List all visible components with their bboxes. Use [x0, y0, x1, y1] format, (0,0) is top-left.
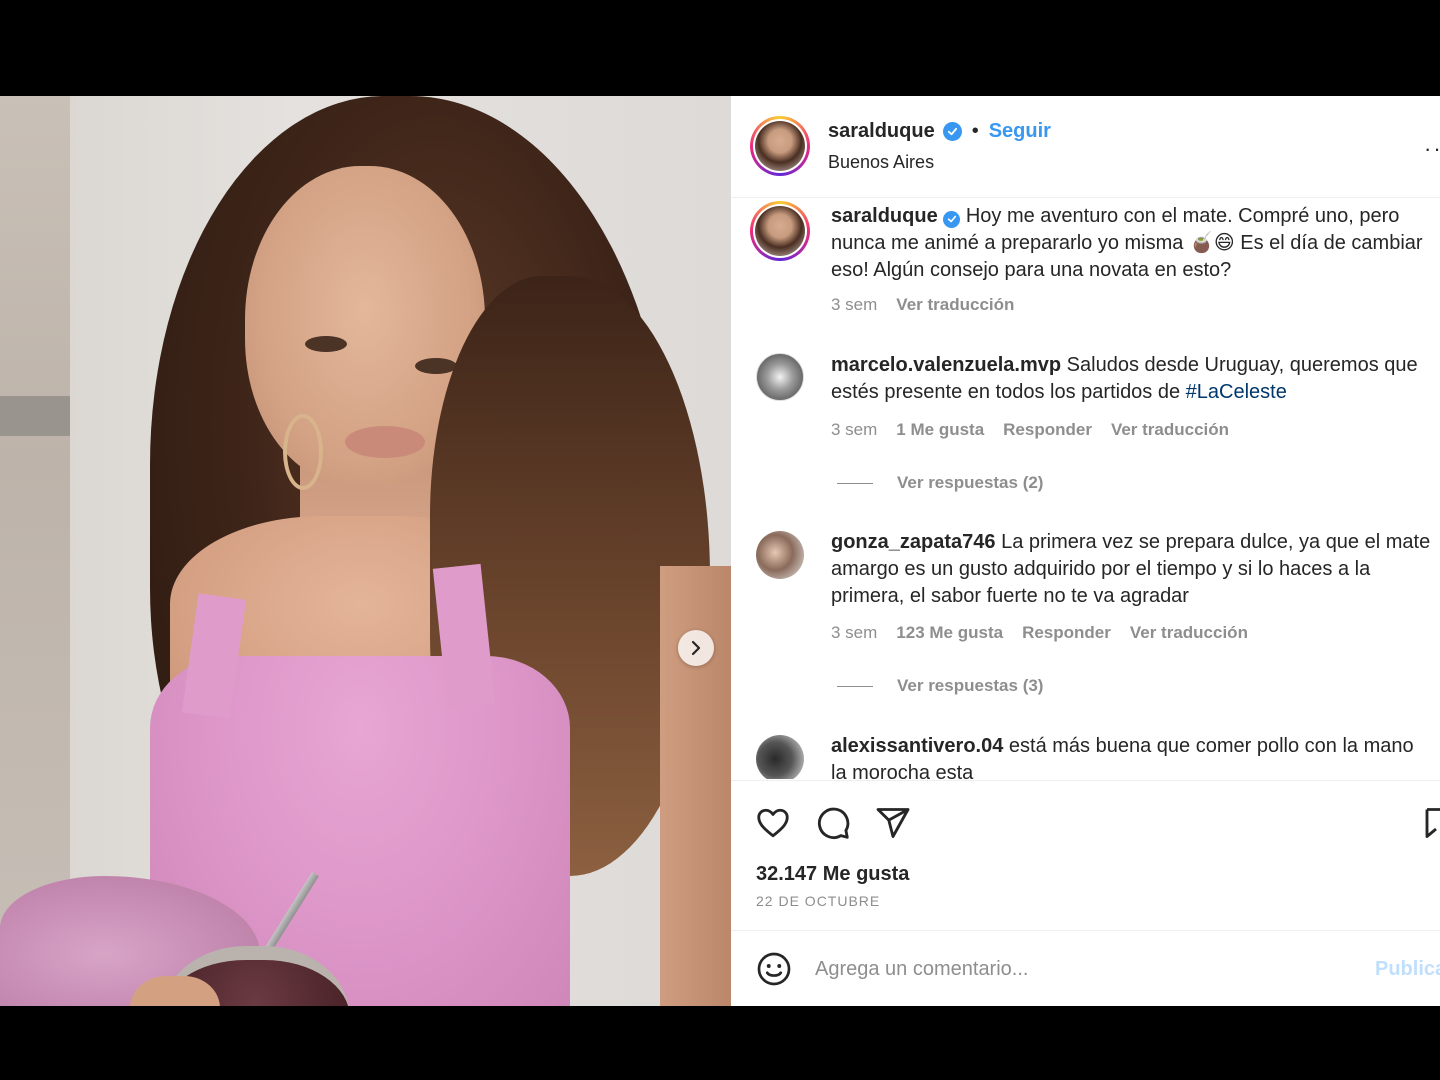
comment-time[interactable]: 3 sem: [831, 420, 877, 440]
comment-text-block: saralduque Hoy me aventuro con el mate. …: [831, 203, 1431, 284]
wall-panel-shadow: [0, 396, 70, 436]
right-eye: [415, 358, 457, 374]
comment-likes[interactable]: 1 Me gusta: [896, 420, 984, 440]
verified-badge-icon: [942, 122, 962, 141]
follow-button[interactable]: Seguir: [989, 120, 1051, 143]
add-comment-bar: Publicar: [731, 930, 1440, 1006]
left-eye: [305, 336, 347, 352]
hoop-earring: [283, 414, 323, 490]
caption-avatar[interactable]: [750, 201, 810, 261]
comment-meta: 3 sem 1 Me gusta Responder Ver traducció…: [831, 420, 1229, 440]
publish-button[interactable]: Publicar: [1375, 958, 1440, 981]
more-options-icon[interactable]: ··: [1424, 136, 1440, 162]
reply-button[interactable]: Responder: [1022, 623, 1111, 643]
separator-dot: •: [971, 120, 979, 142]
author-avatar[interactable]: [750, 116, 810, 176]
reply-button[interactable]: Responder: [1003, 420, 1092, 440]
likes-count[interactable]: 32.147 Me gusta: [756, 863, 909, 886]
comment-text-block: gonza_zapata746 La primera vez se prepar…: [831, 529, 1431, 610]
chevron-right-icon: [691, 640, 701, 656]
comment-time[interactable]: 3 sem: [831, 295, 877, 315]
verified-badge-icon: [943, 210, 961, 228]
view-replies-label: Ver respuestas (2): [897, 473, 1044, 492]
comment-username[interactable]: gonza_zapata746: [831, 531, 996, 553]
comment-username[interactable]: saralduque: [831, 205, 938, 227]
translate-button[interactable]: Ver traducción: [1130, 623, 1248, 643]
share-icon[interactable]: [875, 805, 911, 841]
commenter-avatar[interactable]: [756, 353, 804, 401]
post-location[interactable]: Buenos Aires: [828, 152, 934, 173]
comment-input[interactable]: [815, 949, 1355, 989]
comment-meta: 3 sem 123 Me gusta Responder Ver traducc…: [831, 623, 1248, 643]
wall-panel: [0, 96, 70, 1006]
comment-likes[interactable]: 123 Me gusta: [896, 623, 1003, 643]
comments-list[interactable]: saralduque Hoy me aventuro con el mate. …: [731, 199, 1440, 779]
view-replies-button[interactable]: Ver respuestas (3): [837, 676, 1043, 696]
comment-text-block: marcelo.valenzuela.mvp Saludos desde Uru…: [831, 352, 1431, 406]
comment-time[interactable]: 3 sem: [831, 623, 877, 643]
author-row: saralduque • Seguir: [828, 120, 1051, 143]
post-actions: 32.147 Me gusta 22 DE OCTUBRE: [731, 780, 1440, 930]
hashtag-link[interactable]: #LaCeleste: [1186, 381, 1287, 403]
translate-button[interactable]: Ver traducción: [1111, 420, 1229, 440]
commenter-avatar[interactable]: [756, 531, 804, 579]
letterbox-bottom: [0, 1006, 1440, 1080]
post-side-panel: saralduque • Seguir Buenos Aires ·· sara…: [731, 96, 1440, 1006]
bookmark-icon[interactable]: [1423, 805, 1440, 841]
next-slide-button[interactable]: [678, 630, 714, 666]
comment-meta: 3 sem Ver traducción: [831, 295, 1014, 315]
post-date[interactable]: 22 DE OCTUBRE: [756, 893, 880, 909]
replies-line: [837, 685, 873, 687]
comment-username[interactable]: alexissantivero.04: [831, 735, 1003, 757]
post-media[interactable]: [0, 96, 731, 1006]
translate-button[interactable]: Ver traducción: [896, 295, 1014, 315]
view-replies-label: Ver respuestas (3): [897, 676, 1044, 695]
comment-icon[interactable]: [815, 805, 851, 841]
comment-text-block: alexissantivero.04 está más buena que co…: [831, 733, 1431, 779]
heart-icon[interactable]: [755, 805, 791, 841]
comment-username[interactable]: marcelo.valenzuela.mvp: [831, 354, 1061, 376]
view-replies-button[interactable]: Ver respuestas (2): [837, 473, 1043, 493]
letterbox-top: [0, 0, 1440, 96]
emoji-icon[interactable]: [756, 951, 792, 987]
commenter-avatar[interactable]: [756, 735, 804, 779]
post-header: saralduque • Seguir Buenos Aires ··: [731, 96, 1440, 198]
replies-line: [837, 482, 873, 484]
lips: [345, 426, 425, 458]
author-username[interactable]: saralduque: [828, 120, 935, 143]
